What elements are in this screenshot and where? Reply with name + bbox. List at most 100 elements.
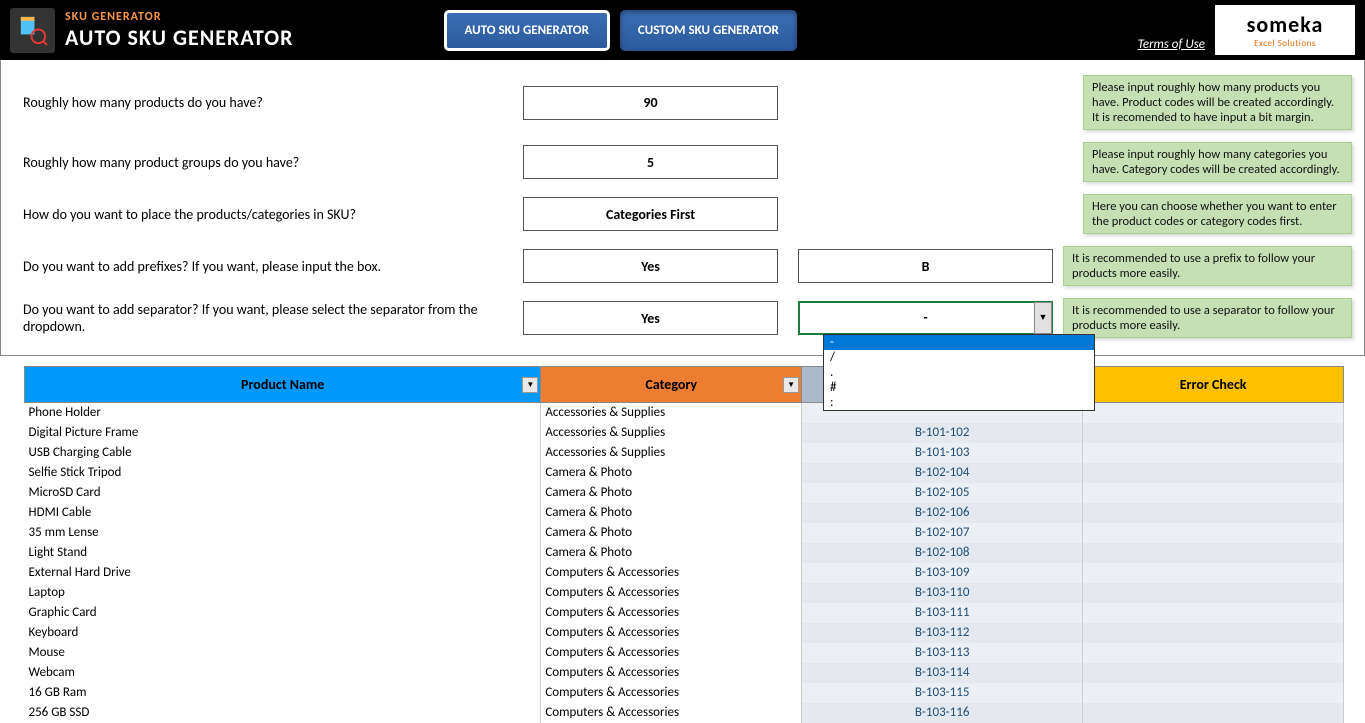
table-row: HDMI CableCamera & PhotoB-102-106 [25, 503, 1344, 523]
cell-error [1083, 703, 1344, 723]
input-prefix-toggle[interactable] [523, 249, 778, 283]
cell-product[interactable]: Selfie Stick Tripod [25, 463, 541, 483]
separator-select[interactable]: - ▼ [798, 301, 1053, 335]
row-products-count: Roughly how many products do you have? P… [13, 75, 1352, 130]
cell-category[interactable]: Computers & Accessories [541, 603, 802, 623]
dropdown-item[interactable]: / [824, 350, 1094, 365]
dropdown-item[interactable]: . [824, 365, 1094, 380]
hint-groups-count: Please input roughly how many categories… [1083, 142, 1352, 182]
cell-category[interactable]: Camera & Photo [541, 503, 802, 523]
grid-gutter [0, 366, 24, 723]
cell-category[interactable]: Camera & Photo [541, 483, 802, 503]
table-row: Phone HolderAccessories & Supplies [25, 403, 1344, 423]
table-row: Selfie Stick TripodCamera & PhotoB-102-1… [25, 463, 1344, 483]
cell-error [1083, 603, 1344, 623]
table-row: KeyboardComputers & AccessoriesB-103-112 [25, 623, 1344, 643]
cell-category[interactable]: Accessories & Supplies [541, 423, 802, 443]
input-placement[interactable] [523, 197, 778, 231]
table-row: 35 mm LenseCamera & PhotoB-102-107 [25, 523, 1344, 543]
cell-error [1083, 583, 1344, 603]
cell-error [1083, 403, 1344, 423]
cell-error [1083, 503, 1344, 523]
config-form: Roughly how many products do you have? P… [0, 60, 1365, 356]
cell-category[interactable]: Computers & Accessories [541, 663, 802, 683]
cell-category[interactable]: Computers & Accessories [541, 563, 802, 583]
cell-sku: B-102-108 [802, 543, 1083, 563]
cell-error [1083, 643, 1344, 663]
col-product-name: Product Name ▼ [25, 367, 541, 403]
cell-category[interactable]: Computers & Accessories [541, 643, 802, 663]
cell-error [1083, 543, 1344, 563]
app-subtitle: SKU GENERATOR [65, 10, 294, 24]
cell-category[interactable]: Accessories & Supplies [541, 403, 802, 423]
data-grid: Product Name ▼ Category ▼ SKU Error Chec… [0, 366, 1365, 723]
cell-product[interactable]: Laptop [25, 583, 541, 603]
cell-category[interactable]: Computers & Accessories [541, 583, 802, 603]
cell-product[interactable]: USB Charging Cable [25, 443, 541, 463]
chevron-down-icon[interactable]: ▼ [1034, 302, 1052, 334]
cell-product[interactable]: External Hard Drive [25, 563, 541, 583]
cell-product[interactable]: Phone Holder [25, 403, 541, 423]
cell-sku: B-103-111 [802, 603, 1083, 623]
table-row: LaptopComputers & AccessoriesB-103-110 [25, 583, 1344, 603]
cell-product[interactable]: HDMI Cable [25, 503, 541, 523]
cell-product[interactable]: 256 GB SSD [25, 703, 541, 723]
input-groups-count[interactable] [523, 145, 778, 179]
cell-error [1083, 623, 1344, 643]
cell-error [1083, 663, 1344, 683]
cell-sku: B-103-109 [802, 563, 1083, 583]
cell-product[interactable]: Webcam [25, 663, 541, 683]
terms-link[interactable]: Terms of Use [1138, 37, 1205, 52]
separator-value: - [923, 309, 927, 326]
row-placement: How do you want to place the products/ca… [13, 194, 1352, 234]
filter-icon[interactable]: ▼ [783, 377, 799, 393]
input-prefix-value[interactable] [798, 249, 1053, 283]
header-titles: SKU GENERATOR AUTO SKU GENERATOR [65, 10, 294, 51]
vendor-tag: Excel Solutions [1254, 38, 1316, 49]
table-row: WebcamComputers & AccessoriesB-103-114 [25, 663, 1344, 683]
cell-product[interactable]: Light Stand [25, 543, 541, 563]
cell-category[interactable]: Camera & Photo [541, 463, 802, 483]
table-row: MouseComputers & AccessoriesB-103-113 [25, 643, 1344, 663]
auto-sku-button[interactable]: AUTO SKU GENERATOR [444, 10, 610, 51]
cell-sku: B-103-114 [802, 663, 1083, 683]
hint-separator: It is recommended to use a separator to … [1063, 298, 1352, 338]
cell-error [1083, 443, 1344, 463]
cell-product[interactable]: Mouse [25, 643, 541, 663]
header-left: SKU GENERATOR AUTO SKU GENERATOR [10, 8, 294, 53]
cell-error [1083, 483, 1344, 503]
cell-category[interactable]: Computers & Accessories [541, 623, 802, 643]
cell-product[interactable]: Graphic Card [25, 603, 541, 623]
cell-error [1083, 463, 1344, 483]
label-prefix: Do you want to add prefixes? If you want… [13, 258, 523, 275]
cell-sku: B-102-106 [802, 503, 1083, 523]
cell-product[interactable]: 35 mm Lense [25, 523, 541, 543]
row-separator: Do you want to add separator? If you wan… [13, 298, 1352, 338]
input-separator-toggle[interactable] [523, 301, 778, 335]
table-row: USB Charging CableAccessories & Supplies… [25, 443, 1344, 463]
custom-sku-button[interactable]: CUSTOM SKU GENERATOR [620, 10, 797, 51]
dropdown-item[interactable]: : [824, 395, 1094, 410]
cell-category[interactable]: Camera & Photo [541, 543, 802, 563]
label-products-count: Roughly how many products do you have? [13, 94, 523, 111]
cell-product[interactable]: Digital Picture Frame [25, 423, 541, 443]
separator-dropdown-list[interactable]: - / . # : [823, 334, 1095, 411]
hint-prefix: It is recommended to use a prefix to fol… [1063, 246, 1352, 286]
table-row: Light StandCamera & PhotoB-102-108 [25, 543, 1344, 563]
dropdown-item[interactable]: # [824, 380, 1094, 395]
table-row: Digital Picture FrameAccessories & Suppl… [25, 423, 1344, 443]
input-products-count[interactable] [523, 86, 778, 120]
hint-products-count: Please input roughly how many products y… [1083, 75, 1352, 130]
col-category-label: Category [645, 376, 697, 393]
dropdown-item[interactable]: - [824, 335, 1094, 350]
cell-category[interactable]: Accessories & Supplies [541, 443, 802, 463]
cell-category[interactable]: Computers & Accessories [541, 703, 802, 723]
cell-product[interactable]: MicroSD Card [25, 483, 541, 503]
filter-icon[interactable]: ▼ [522, 377, 538, 393]
cell-error [1083, 563, 1344, 583]
cell-category[interactable]: Camera & Photo [541, 523, 802, 543]
cell-error [1083, 423, 1344, 443]
col-category: Category ▼ [541, 367, 802, 403]
cell-product[interactable]: Keyboard [25, 623, 541, 643]
table-row: 256 GB SSDComputers & AccessoriesB-103-1… [25, 703, 1344, 723]
